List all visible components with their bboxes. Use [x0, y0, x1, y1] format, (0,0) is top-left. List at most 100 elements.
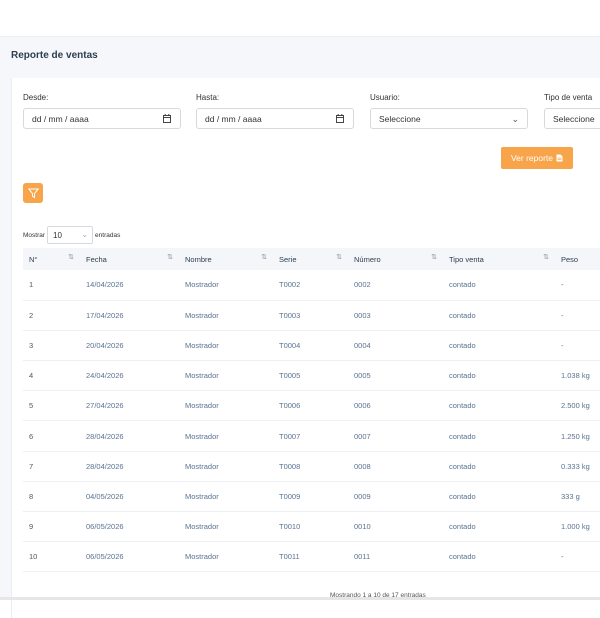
table-cell: 10: [29, 552, 38, 562]
table-cell: 9: [29, 522, 34, 532]
table-cell: Mostrador: [185, 340, 219, 350]
table-cell: 0002: [354, 280, 371, 290]
desde-date-input[interactable]: dd / mm / aaaa: [23, 108, 181, 129]
hasta-date-input[interactable]: dd / mm / aaaa: [196, 108, 354, 129]
table-cell: 0004: [354, 340, 371, 350]
length-suffix: entradas: [95, 231, 121, 239]
table-cell: Mostrador: [185, 280, 219, 290]
table-cell: T0011: [279, 552, 300, 562]
chevron-down-icon: ⌄: [511, 114, 519, 124]
table-cell: Mostrador: [185, 401, 219, 411]
table-cell: T0002: [279, 280, 301, 290]
sort-icon: ⇅: [336, 254, 342, 261]
table-header-row: N° ⇅ Fecha ⇅ Nombre ⇅ Serie ⇅ Número ⇅ Tipo v…: [23, 248, 600, 270]
table-cell: contado: [449, 371, 476, 381]
tipo-venta-value: Seleccione: [553, 113, 595, 124]
desde-value: dd / mm / aaaa: [32, 113, 89, 124]
table-cell: 20/04/2026: [86, 340, 124, 350]
table-cell: Mostrador: [185, 431, 219, 441]
table-cell: 6: [29, 431, 34, 441]
table-cell: 28/04/2026: [86, 431, 124, 441]
table-cell: 3: [29, 340, 34, 350]
table-cell: -: [561, 552, 564, 562]
table-cell: 1.250 kg: [561, 431, 590, 441]
column-header-tipo-venta[interactable]: Tipo venta ⇅: [443, 248, 555, 270]
table-cell: 8: [29, 491, 34, 501]
column-header-num[interactable]: N° ⇅: [23, 248, 80, 270]
column-header-serie[interactable]: Serie ⇅: [273, 248, 348, 270]
table-cell: contado: [449, 431, 476, 441]
tipo-venta-select[interactable]: Seleccione: [544, 108, 600, 129]
table-cell: 0.333 kg: [561, 461, 590, 471]
hasta-label: Hasta:: [196, 93, 220, 102]
table-cell: -: [561, 340, 564, 350]
table-row: 4 24/04/2026 Mostrador T0005 0005 contado 1.03…: [23, 361, 600, 391]
document-icon: [556, 154, 563, 162]
table-cell: T0003: [279, 310, 301, 320]
chevron-down-icon: ⌄: [81, 230, 89, 239]
table-cell: 0003: [354, 310, 371, 320]
table-cell: 0009: [354, 491, 371, 501]
table-cell: 0008: [354, 461, 371, 471]
table-cell: Mostrador: [185, 310, 219, 320]
filter-button[interactable]: [23, 183, 43, 203]
table-cell: contado: [449, 401, 476, 411]
table-row: 3 20/04/2026 Mostrador T0004 0004 contado -: [23, 330, 600, 361]
table-cell: 1: [29, 280, 34, 290]
table-cell: contado: [449, 280, 476, 290]
tipo-venta-label: Tipo de venta: [544, 93, 593, 102]
table-cell: 1.000 kg: [561, 522, 590, 532]
column-header-nombre[interactable]: Nombre ⇅: [179, 248, 273, 270]
calendar-icon[interactable]: [163, 114, 171, 123]
table-cell: 2.500 kg: [561, 401, 590, 411]
usuario-value: Seleccione: [379, 113, 421, 124]
page-length-select[interactable]: 10 ⌄: [47, 226, 94, 244]
column-header-peso[interactable]: Peso: [555, 248, 600, 270]
table-cell: 28/04/2026: [86, 461, 124, 471]
table-row: 6 28/04/2026 Mostrador T0007 0007 contado 1.25…: [23, 421, 600, 452]
ver-reporte-button[interactable]: Ver reporte: [501, 147, 573, 169]
top-navbar: [0, 0, 600, 37]
table-cell: 7: [29, 461, 34, 471]
table-cell: 1.038 kg: [561, 371, 590, 381]
table-cell: 24/04/2026: [86, 371, 124, 381]
table-cell: -: [561, 310, 564, 320]
sort-icon: ⇅: [261, 254, 267, 261]
desde-label: Desde:: [23, 93, 49, 102]
table-cell: T0007: [279, 431, 301, 441]
table-cell: contado: [449, 310, 476, 320]
sort-icon: ⇅: [167, 254, 173, 261]
table-cell: 4: [29, 371, 34, 381]
table-cell: T0010: [279, 522, 301, 532]
table-row: 8 04/05/2026 Mostrador T0009 0009 contado 333 …: [23, 481, 600, 512]
table-cell: T0005: [279, 371, 301, 381]
table-cell: 0011: [354, 552, 371, 562]
calendar-icon[interactable]: [336, 114, 344, 123]
table-cell: 14/04/2026: [86, 280, 124, 290]
column-header-fecha[interactable]: Fecha ⇅: [80, 248, 179, 270]
table-cell: 06/05/2026: [86, 522, 124, 532]
sales-table: N° ⇅ Fecha ⇅ Nombre ⇅ Serie ⇅ Número ⇅ Tipo v…: [23, 248, 600, 572]
table-cell: T0008: [279, 461, 301, 471]
column-header-numero[interactable]: Número ⇅: [348, 248, 443, 270]
table-cell: Mostrador: [185, 491, 219, 501]
table-cell: 0010: [354, 522, 371, 532]
table-cell: contado: [449, 461, 476, 471]
table-cell: 0007: [354, 431, 371, 441]
table-cell: 5: [29, 401, 34, 411]
table-cell: 27/04/2026: [86, 401, 124, 411]
usuario-select[interactable]: Seleccione ⌄: [370, 108, 528, 129]
sort-icon: ⇅: [543, 254, 549, 261]
ver-reporte-label: Ver reporte: [510, 153, 554, 163]
table-cell: 0006: [354, 401, 371, 411]
sort-icon: ⇅: [431, 254, 437, 261]
sort-icon: ⇅: [68, 254, 74, 261]
table-cell: contado: [449, 552, 476, 562]
table-cell: contado: [449, 340, 476, 350]
table-cell: 17/04/2026: [86, 310, 124, 320]
table-cell: Mostrador: [185, 552, 219, 562]
table-row: 1 14/04/2026 Mostrador T0002 0002 contado -: [23, 270, 600, 301]
table-cell: contado: [449, 522, 476, 532]
table-row: 2 17/04/2026 Mostrador T0003 0003 contado -: [23, 300, 600, 331]
table-cell: contado: [449, 491, 476, 501]
